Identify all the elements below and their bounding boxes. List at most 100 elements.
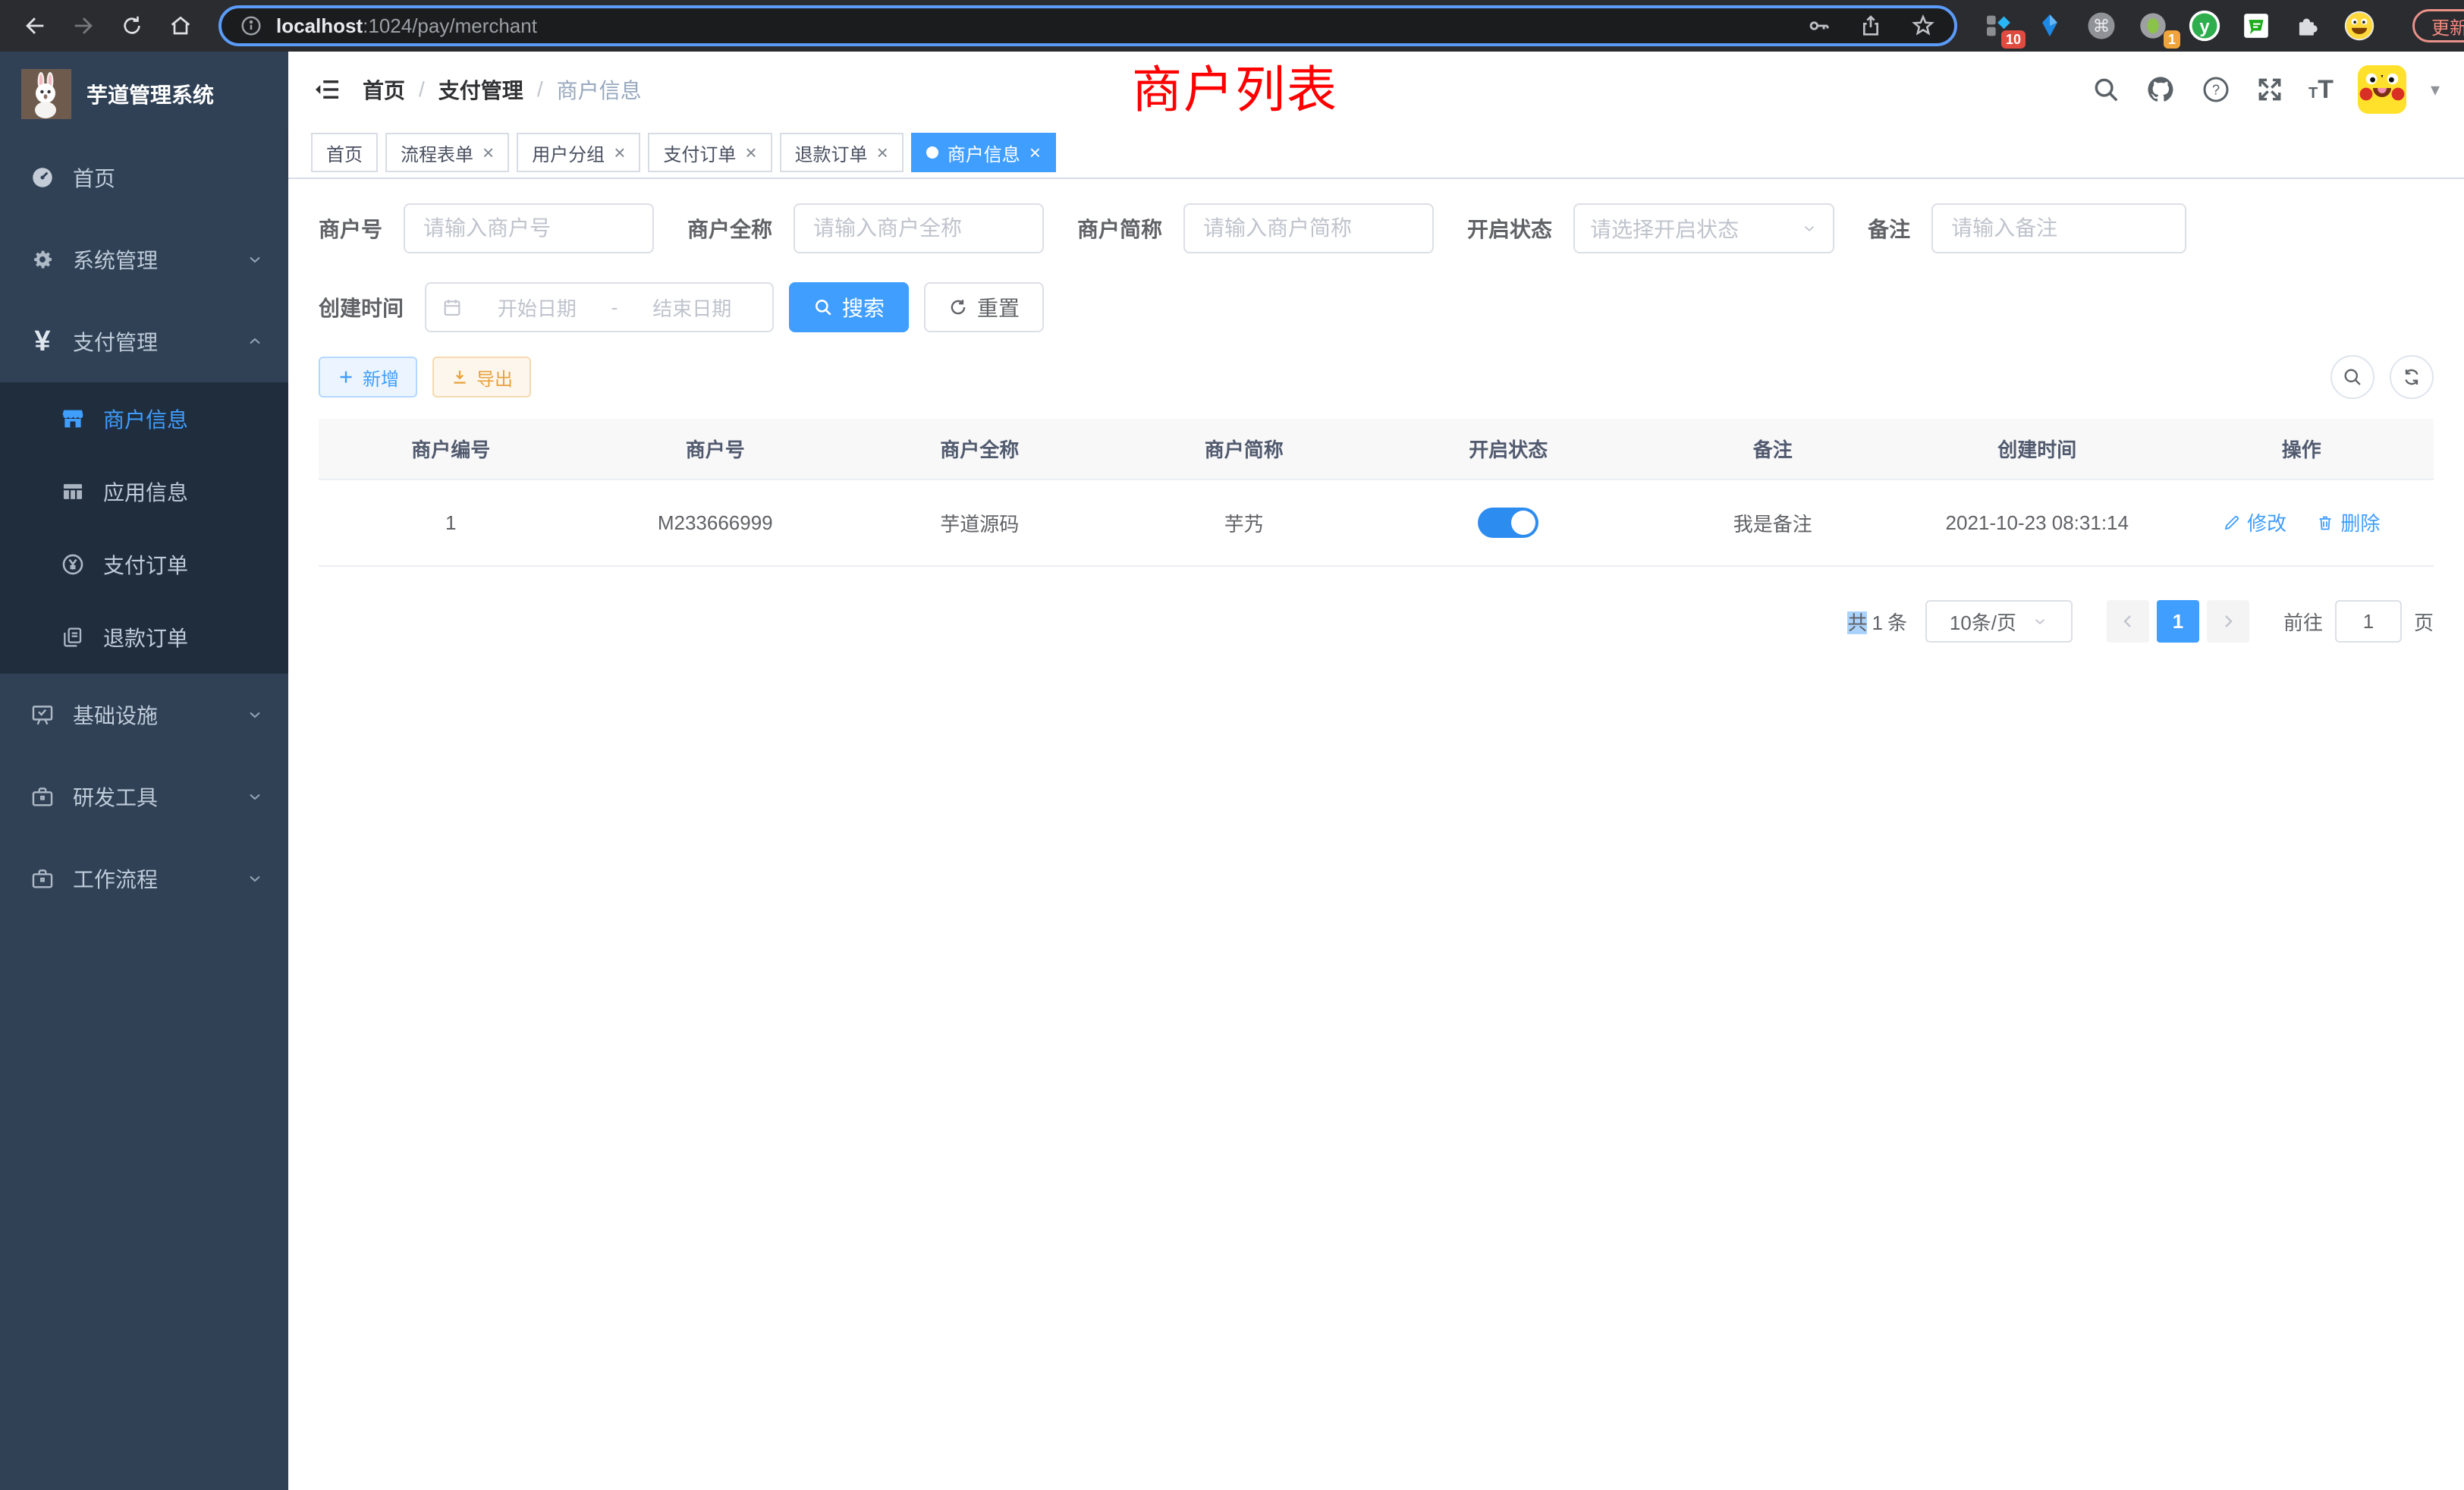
date-range-picker[interactable]: 开始日期 - 结束日期 [425, 282, 774, 332]
sidebar-item-merchant-info[interactable]: 商户信息 [0, 382, 288, 455]
status-label: 开启状态 [1467, 213, 1552, 244]
short-name-input[interactable] [1183, 203, 1434, 253]
next-page-button[interactable] [2207, 600, 2249, 643]
sidebar: 芋道管理系统 首页 系统管理 [0, 52, 288, 1490]
github-icon[interactable] [2145, 74, 2176, 105]
prev-page-button[interactable] [2107, 600, 2149, 643]
col-merchant-no: 商户号 [583, 419, 848, 479]
sidebar-item-pay-order[interactable]: 支付订单 [0, 528, 288, 601]
header-search-icon[interactable] [2092, 75, 2120, 104]
full-name-input[interactable] [794, 203, 1044, 253]
toggle-search-button[interactable] [2330, 355, 2374, 399]
pagination: 共1条 10条/页 1 前往 页 [319, 600, 2434, 643]
col-status: 开启状态 [1376, 419, 1641, 479]
chevron-up-icon [246, 332, 264, 350]
sidebar-toggle-button[interactable] [313, 75, 341, 104]
breadcrumb-pay[interactable]: 支付管理 [438, 74, 523, 105]
merchant-no-input[interactable] [404, 203, 654, 253]
sidebar-item-refund-order[interactable]: 退款订单 [0, 601, 288, 674]
sidebar-item-app-info[interactable]: 应用信息 [0, 455, 288, 528]
reload-icon [120, 14, 144, 38]
bookmark-star-icon[interactable] [1910, 13, 1936, 39]
pagination-goto: 前往 页 [2283, 600, 2434, 643]
hamburger-fold-icon [313, 75, 341, 104]
sidebar-item-home[interactable]: 首页 [0, 137, 288, 218]
cell-full-name: 芋道源码 [847, 479, 1112, 566]
close-icon[interactable]: × [1029, 143, 1041, 162]
search-icon [813, 297, 833, 317]
search-button[interactable]: 搜索 [789, 282, 909, 332]
search-form-row-1: 商户号 商户全称 商户简称 开启状态 请选择开启状态 [319, 203, 2434, 253]
site-info-icon[interactable] [240, 14, 262, 37]
full-name-group: 商户全称 [687, 203, 1044, 253]
tab-refund-order[interactable]: 退款订单 × [780, 133, 904, 172]
tab-user-group[interactable]: 用户分组 × [517, 133, 640, 172]
tab-process-form[interactable]: 流程表单 × [385, 133, 509, 172]
breadcrumb-home[interactable]: 首页 [363, 74, 405, 105]
extension-chat-icon[interactable] [2239, 9, 2273, 42]
yen-circle-icon [55, 552, 91, 577]
chevron-down-icon [246, 787, 264, 806]
extension-kite-icon[interactable] [2033, 9, 2066, 42]
tab-home[interactable]: 首页 [311, 133, 378, 172]
extension-yudao-icon[interactable]: y [2188, 9, 2221, 42]
reset-button[interactable]: 重置 [924, 282, 1044, 332]
short-name-group: 商户简称 [1077, 203, 1434, 253]
close-icon[interactable]: × [614, 143, 625, 162]
chevron-down-icon [2032, 613, 2048, 630]
remark-input[interactable] [1931, 203, 2186, 253]
cell-merchant-id: 1 [319, 479, 583, 566]
avatar-caret-icon[interactable]: ▾ [2431, 79, 2440, 101]
sidebar-item-workflow[interactable]: 工作流程 [0, 838, 288, 919]
browser-home-button[interactable] [161, 6, 200, 46]
col-remark: 备注 [1641, 419, 1906, 479]
browser-toolbar: localhost:1024/pay/merchant 10 ⌘ [0, 0, 2464, 52]
share-icon[interactable] [1859, 14, 1883, 38]
close-icon[interactable]: × [745, 143, 756, 162]
extension-status-icon[interactable]: 1 [2136, 9, 2170, 42]
password-key-icon[interactable] [1806, 13, 1831, 39]
profile-emoji-avatar[interactable] [2343, 9, 2376, 42]
page-size-select[interactable]: 10条/页 [1925, 600, 2073, 643]
browser-update-button[interactable]: 更新 [2412, 9, 2464, 42]
extension-devtools-icon[interactable]: 10 [1982, 9, 2015, 42]
browser-forward-button[interactable] [64, 6, 103, 46]
fullscreen-icon[interactable] [2255, 75, 2284, 104]
sidebar-item-system[interactable]: 系统管理 [0, 218, 288, 300]
sidebar-item-infra[interactable]: 基础设施 [0, 674, 288, 756]
navbar-actions: ? TT ▾ [2092, 65, 2440, 114]
close-icon[interactable]: × [877, 143, 888, 162]
status-select[interactable]: 请选择开启状态 [1573, 203, 1834, 253]
cell-create-time: 2021-10-23 08:31:14 [1905, 479, 2170, 566]
cell-merchant-no: M233666999 [583, 479, 848, 566]
navbar: 首页 / 支付管理 / 商户信息 商户列表 ? [288, 52, 2464, 127]
browser-back-button[interactable] [15, 6, 55, 46]
user-avatar[interactable] [2358, 65, 2406, 114]
browser-reload-button[interactable] [112, 6, 152, 46]
extensions-puzzle-icon[interactable] [2291, 9, 2324, 42]
dashboard-icon [24, 165, 61, 190]
pencil-icon [2223, 514, 2241, 532]
export-button[interactable]: 导出 [432, 357, 531, 398]
address-bar[interactable]: localhost:1024/pay/merchant [218, 5, 1957, 46]
tab-pay-order[interactable]: 支付订单 × [648, 133, 772, 172]
edit-link[interactable]: 修改 [2223, 508, 2286, 536]
font-size-icon[interactable]: TT [2308, 75, 2334, 105]
status-toggle[interactable] [1478, 508, 1538, 538]
sidebar-item-pay[interactable]: ¥ 支付管理 [0, 300, 288, 382]
monitor-icon [24, 702, 61, 728]
tab-merchant-info[interactable]: 商户信息 × [911, 133, 1056, 172]
status-group: 开启状态 请选择开启状态 [1467, 203, 1834, 253]
extension-command-icon[interactable]: ⌘ [2085, 9, 2118, 42]
delete-link[interactable]: 删除 [2316, 508, 2380, 536]
download-icon [451, 368, 469, 386]
sidebar-item-devtools[interactable]: 研发工具 [0, 756, 288, 838]
close-icon[interactable]: × [482, 143, 494, 162]
sidebar-logo-row[interactable]: 芋道管理系统 [0, 52, 288, 137]
current-page-button[interactable]: 1 [2157, 600, 2199, 643]
help-icon[interactable]: ? [2201, 74, 2231, 105]
add-button[interactable]: 新增 [319, 357, 417, 398]
goto-page-input[interactable] [2335, 600, 2402, 643]
refresh-table-button[interactable] [2390, 355, 2434, 399]
col-actions: 操作 [2170, 419, 2434, 479]
